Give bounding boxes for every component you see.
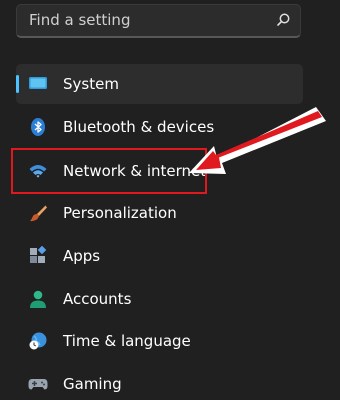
sidebar-item-gaming[interactable]: Gaming [16,364,303,400]
sidebar-item-label: Accounts [63,290,132,308]
sidebar-item-bluetooth-devices[interactable]: Bluetooth & devices [16,107,303,147]
sidebar-item-apps[interactable]: Apps [16,236,303,276]
sidebar-item-personalization[interactable]: Personalization [16,193,303,233]
sidebar-item-label: Personalization [63,204,177,222]
sidebar-item-system[interactable]: System [16,64,303,104]
sidebar-item-label: Time & language [63,332,191,350]
gamepad-icon [28,379,48,390]
bluetooth-icon [31,118,45,136]
brush-icon [30,205,47,222]
annotation-highlight-box [11,148,207,194]
globe-clock-icon [29,332,47,350]
selection-indicator [16,75,19,93]
apps-icon [30,246,47,263]
sidebar-item-label: Bluetooth & devices [63,118,215,136]
settings-window: System Bluetooth & devices Network & int… [0,0,340,400]
sidebar-nav: System Bluetooth & devices Network & int… [0,0,340,400]
sidebar-item-time-language[interactable]: Time & language [16,321,303,361]
sidebar-item-label: System [63,75,119,93]
person-icon [30,290,46,308]
system-monitor-icon [29,77,47,89]
sidebar-item-accounts[interactable]: Accounts [16,279,303,319]
sidebar-item-label: Apps [63,247,101,265]
sidebar-item-label: Gaming [63,375,122,393]
